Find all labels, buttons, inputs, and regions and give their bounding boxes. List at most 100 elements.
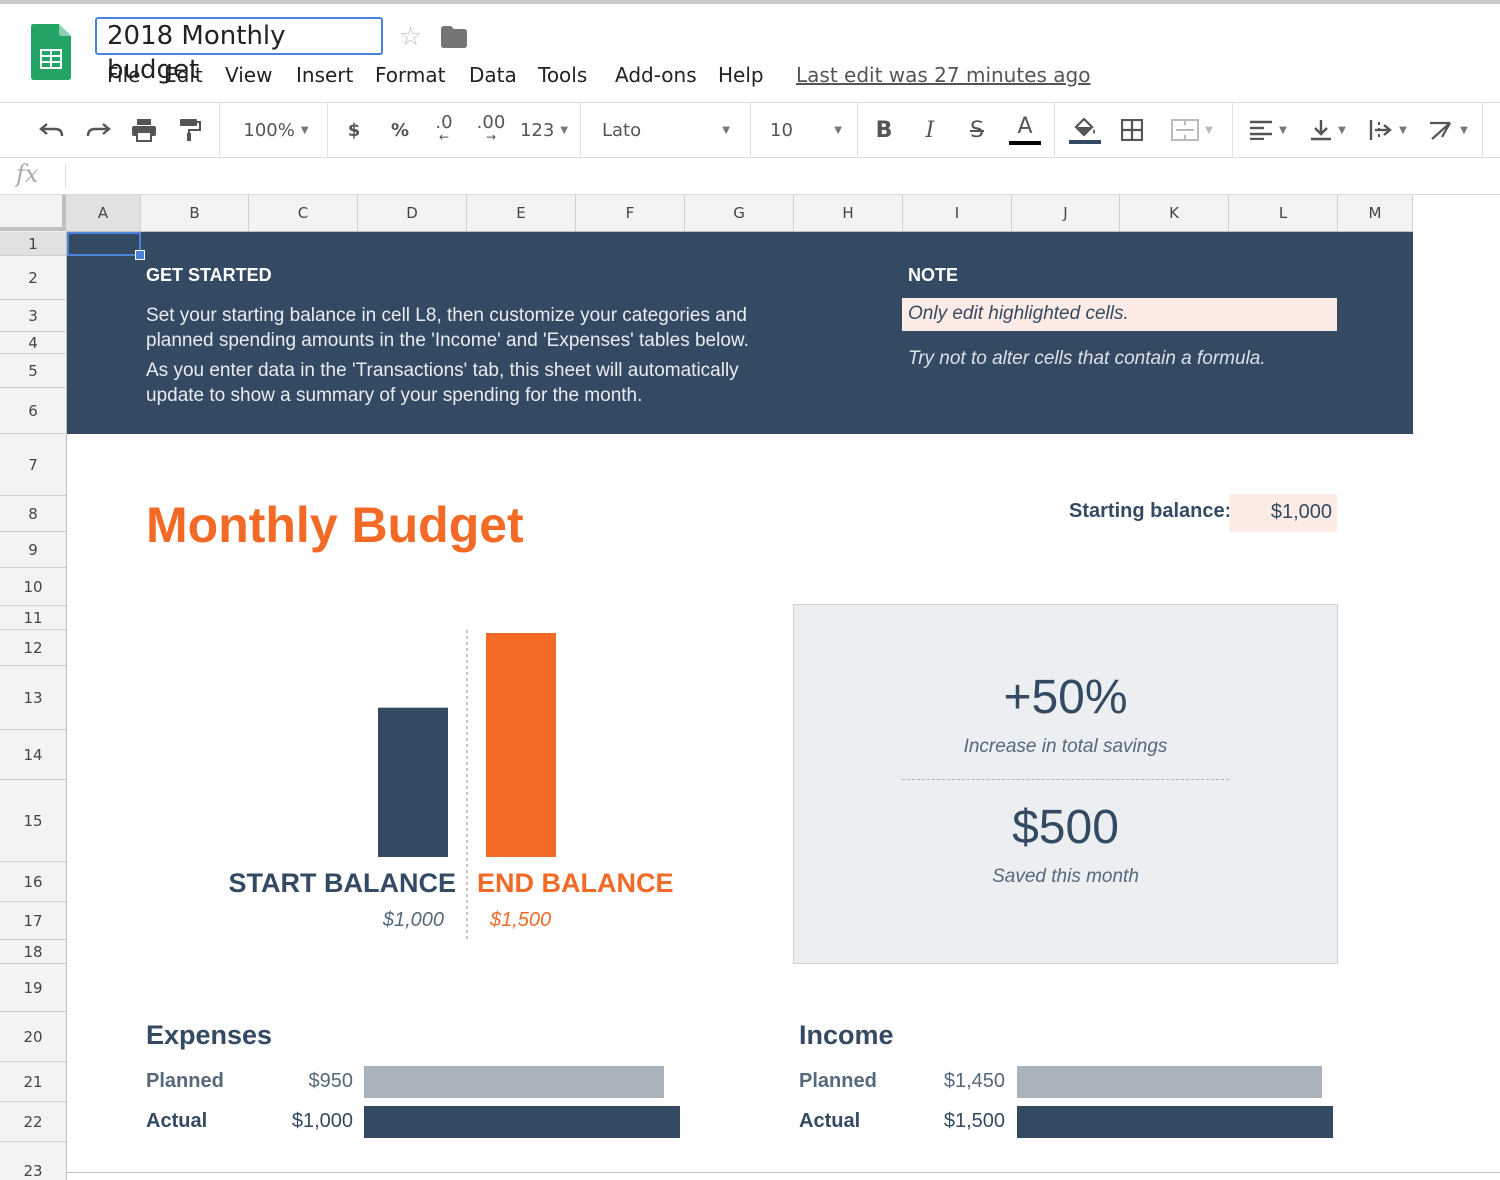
currency-format-button[interactable]: $ — [340, 103, 368, 157]
bold-button[interactable]: B — [870, 103, 898, 157]
menu-data[interactable]: Data — [469, 63, 517, 87]
menu-help[interactable]: Help — [718, 63, 764, 87]
vertical-align-icon[interactable]: ▼ — [1300, 103, 1356, 157]
row-header-15[interactable]: 15 — [0, 780, 66, 862]
increase-decimal-button[interactable]: .00 → — [474, 103, 508, 157]
last-edit-link[interactable]: Last edit was 27 minutes ago — [796, 63, 1090, 87]
row-header-16[interactable]: 16 — [0, 862, 66, 902]
row-header-13[interactable]: 13 — [0, 666, 66, 730]
toolbar-separator — [750, 103, 751, 157]
row-header-1[interactable]: 1 — [0, 232, 66, 256]
menu-view[interactable]: View — [225, 63, 272, 87]
strikethrough-button[interactable]: S — [962, 103, 992, 157]
star-icon[interactable]: ☆ — [399, 22, 422, 52]
note-line: Try not to alter cells that contain a fo… — [908, 348, 1266, 369]
row-header-18[interactable]: 18 — [0, 940, 66, 964]
font-select[interactable]: Lato ▼ — [590, 103, 740, 157]
column-header-l[interactable]: L — [1229, 195, 1338, 231]
menu-tools[interactable]: Tools — [538, 63, 587, 87]
paint-format-icon[interactable] — [172, 103, 208, 157]
column-header-f[interactable]: F — [576, 195, 685, 231]
column-header-e[interactable]: E — [467, 195, 576, 231]
formula-bar-divider — [65, 164, 66, 188]
starting-balance-value[interactable]: $1,000 — [1229, 501, 1332, 524]
income-planned-bar — [1017, 1066, 1323, 1098]
column-header-d[interactable]: D — [358, 195, 467, 231]
text-rotation-icon[interactable]: ▼ — [1420, 103, 1476, 157]
column-header-h[interactable]: H — [794, 195, 903, 231]
row-header-20[interactable]: 20 — [0, 1012, 66, 1062]
menu-file[interactable]: File — [107, 63, 140, 87]
document-title-input[interactable]: 2018 Monthly budget — [95, 17, 383, 85]
start-balance-label: START BALANCE — [229, 868, 456, 898]
toolbar-separator — [327, 103, 328, 157]
text-color-button[interactable]: A — [1006, 103, 1044, 157]
row-header-22[interactable]: 22 — [0, 1102, 66, 1142]
end-balance-bar — [486, 633, 556, 857]
decrease-decimal-label: .0 — [435, 112, 453, 133]
column-header-g[interactable]: G — [685, 195, 794, 231]
expenses-planned-value: $950 — [308, 1070, 354, 1092]
font-size-value: 10 — [770, 119, 793, 141]
zoom-select[interactable]: 100% ▼ — [232, 103, 320, 157]
column-header-j[interactable]: J — [1012, 195, 1120, 231]
italic-button[interactable]: I — [916, 103, 944, 157]
income-actual-value: $1,500 — [943, 1110, 1005, 1132]
row-header-9[interactable]: 9 — [0, 532, 66, 568]
column-header-i[interactable]: I — [903, 195, 1012, 231]
decrease-decimal-button[interactable]: .0 ← — [428, 103, 460, 157]
row-header-17[interactable]: 17 — [0, 902, 66, 940]
row-header-21[interactable]: 21 — [0, 1062, 66, 1102]
folder-icon[interactable] — [441, 26, 467, 48]
row-header-8[interactable]: 8 — [0, 496, 66, 532]
toolbar-separator — [580, 103, 581, 157]
column-header-k[interactable]: K — [1120, 195, 1229, 231]
fill-color-button[interactable] — [1066, 103, 1104, 157]
percent-format-button[interactable]: % — [386, 103, 414, 157]
row-header-5[interactable]: 5 — [0, 354, 66, 388]
row-header-10[interactable]: 10 — [0, 568, 66, 606]
text-wrap-icon[interactable]: ▼ — [1360, 103, 1416, 157]
column-header-b[interactable]: B — [141, 195, 249, 231]
column-header-a[interactable]: A — [66, 195, 141, 231]
expenses-actual-label: Actual — [146, 1110, 208, 1132]
menu-format[interactable]: Format — [375, 63, 445, 87]
more-formats-label: 123 — [519, 119, 555, 141]
column-header-m[interactable]: M — [1338, 195, 1413, 231]
row-header-4[interactable]: 4 — [0, 332, 66, 354]
select-all-corner[interactable] — [0, 195, 66, 231]
font-value: Lato — [602, 119, 642, 141]
row-header-3[interactable]: 3 — [0, 300, 66, 332]
print-icon[interactable] — [126, 103, 162, 157]
horizontal-align-icon[interactable]: ▼ — [1240, 103, 1296, 157]
row-header-6[interactable]: 6 — [0, 388, 66, 434]
formula-bar[interactable] — [0, 158, 1500, 195]
row-header-23[interactable]: 23 — [0, 1142, 66, 1180]
merge-cells-icon[interactable]: ▼ — [1160, 103, 1224, 157]
get-started-line: Set your starting balance in cell L8, th… — [146, 305, 747, 326]
selected-cell-a1[interactable] — [67, 232, 141, 256]
menu-add-ons[interactable]: Add-ons — [615, 63, 697, 87]
chevron-down-icon: ▼ — [834, 124, 842, 136]
borders-icon[interactable] — [1116, 103, 1148, 157]
font-size-select[interactable]: 10 ▼ — [760, 103, 850, 157]
menu-edit[interactable]: Edit — [164, 63, 203, 87]
row-header-14[interactable]: 14 — [0, 730, 66, 780]
row-header-12[interactable]: 12 — [0, 630, 66, 666]
row-header-11[interactable]: 11 — [0, 606, 66, 630]
undo-icon[interactable] — [34, 103, 70, 157]
more-formats-button[interactable]: 123 ▼ — [516, 103, 572, 157]
fill-handle[interactable] — [135, 250, 145, 260]
redo-icon[interactable] — [80, 103, 116, 157]
row-header-7[interactable]: 7 — [0, 434, 66, 496]
sheets-logo-icon[interactable] — [31, 24, 71, 80]
chevron-down-icon: ▼ — [1338, 124, 1346, 136]
chevron-down-icon: ▼ — [1279, 124, 1287, 136]
end-balance-value: $1,500 — [489, 909, 551, 931]
row-header-2[interactable]: 2 — [0, 256, 66, 300]
savings-summary-box — [793, 604, 1338, 964]
column-header-c[interactable]: C — [249, 195, 358, 231]
menu-insert[interactable]: Insert — [296, 63, 353, 87]
row-header-19[interactable]: 19 — [0, 964, 66, 1012]
chevron-down-icon: ▼ — [1399, 124, 1407, 136]
